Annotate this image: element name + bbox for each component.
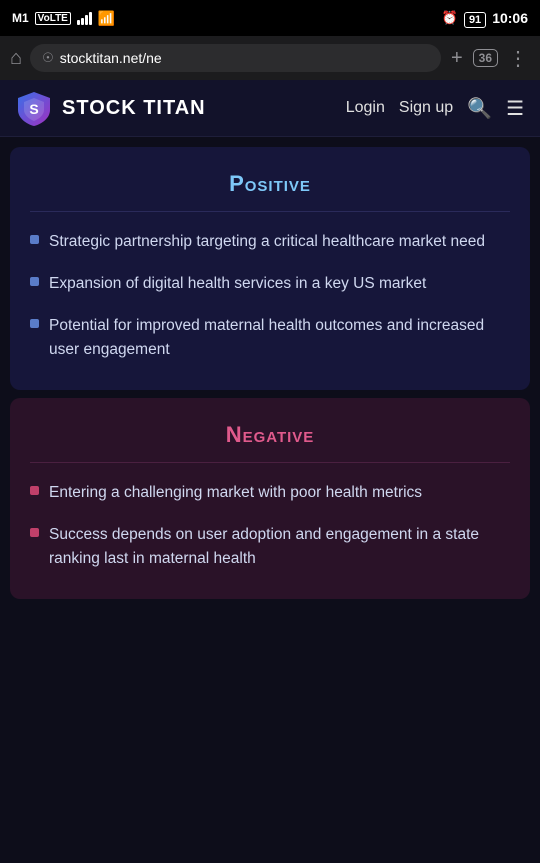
carrier-label: M1 bbox=[12, 11, 29, 25]
site-info-icon: ☉ bbox=[42, 50, 54, 66]
positive-item-3: Potential for improved maternal health o… bbox=[49, 314, 510, 362]
site-logo: S bbox=[16, 90, 52, 126]
url-text: stocktitan.net/ne bbox=[60, 50, 429, 66]
menu-icon[interactable]: ☰ bbox=[506, 96, 524, 121]
search-icon[interactable]: 🔍 bbox=[467, 96, 492, 121]
browser-chrome: ⌂ ☉ stocktitan.net/ne + 36 ⋮ bbox=[0, 36, 540, 80]
list-item: Strategic partnership targeting a critic… bbox=[30, 230, 510, 254]
signal-bars-icon bbox=[77, 11, 92, 25]
positive-card: Positive Strategic partnership targeting… bbox=[10, 147, 530, 390]
bullet-icon bbox=[30, 277, 39, 286]
signup-link[interactable]: Sign up bbox=[399, 99, 453, 117]
bullet-icon bbox=[30, 486, 39, 495]
svg-text:S: S bbox=[29, 101, 38, 117]
site-title: STOCK TITAN bbox=[62, 97, 206, 120]
site-nav-left: S STOCK TITAN bbox=[16, 90, 206, 126]
login-link[interactable]: Login bbox=[346, 99, 385, 117]
list-item: Potential for improved maternal health o… bbox=[30, 314, 510, 362]
negative-card-title: Negative bbox=[30, 422, 510, 448]
bullet-icon bbox=[30, 235, 39, 244]
list-item: Expansion of digital health services in … bbox=[30, 272, 510, 296]
main-content: Positive Strategic partnership targeting… bbox=[0, 147, 540, 599]
negative-item-1: Entering a challenging market with poor … bbox=[49, 481, 422, 505]
status-left: M1 VoLTE 📶 bbox=[12, 10, 115, 27]
home-icon[interactable]: ⌂ bbox=[10, 47, 22, 70]
bullet-icon bbox=[30, 319, 39, 328]
new-tab-button[interactable]: + bbox=[449, 47, 465, 70]
positive-item-2: Expansion of digital health services in … bbox=[49, 272, 426, 296]
battery-level: 91 bbox=[464, 12, 486, 28]
bullet-icon bbox=[30, 528, 39, 537]
site-nav-right: Login Sign up 🔍 ☰ bbox=[346, 96, 524, 121]
alarm-icon: ⏰ bbox=[442, 10, 458, 26]
status-bar: M1 VoLTE 📶 ⏰ 91 10:06 bbox=[0, 0, 540, 36]
wifi-icon: 📶 bbox=[98, 10, 115, 27]
status-right: ⏰ 91 10:06 bbox=[442, 10, 528, 26]
url-bar[interactable]: ☉ stocktitan.net/ne bbox=[30, 44, 441, 72]
positive-item-1: Strategic partnership targeting a critic… bbox=[49, 230, 485, 254]
negative-divider bbox=[30, 462, 510, 463]
positive-divider bbox=[30, 211, 510, 212]
volte-badge: VoLTE bbox=[35, 12, 71, 25]
list-item: Entering a challenging market with poor … bbox=[30, 481, 510, 505]
negative-item-2: Success depends on user adoption and eng… bbox=[49, 523, 510, 571]
site-navbar: S STOCK TITAN Login Sign up 🔍 ☰ bbox=[0, 80, 540, 137]
tab-count-button[interactable]: 36 bbox=[473, 49, 498, 67]
positive-card-title: Positive bbox=[30, 171, 510, 197]
battery-indicator: 91 bbox=[464, 11, 486, 26]
positive-bullet-list: Strategic partnership targeting a critic… bbox=[30, 230, 510, 362]
list-item: Success depends on user adoption and eng… bbox=[30, 523, 510, 571]
time-display: 10:06 bbox=[492, 10, 528, 26]
negative-bullet-list: Entering a challenging market with poor … bbox=[30, 481, 510, 571]
more-options-button[interactable]: ⋮ bbox=[506, 46, 530, 71]
negative-card: Negative Entering a challenging market w… bbox=[10, 398, 530, 599]
